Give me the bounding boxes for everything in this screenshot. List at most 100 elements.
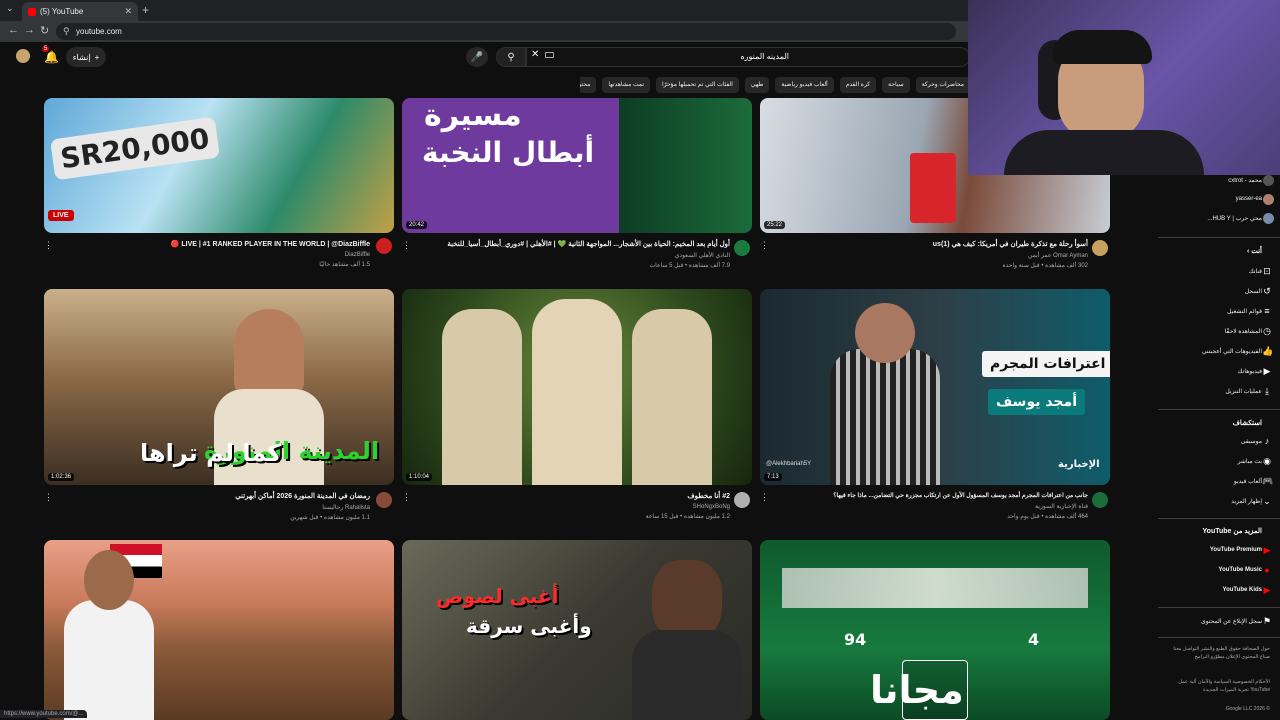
webcam-overlay xyxy=(968,0,1280,175)
site-info-icon[interactable]: ⚲ xyxy=(63,26,70,37)
sidebar-item-your-videos[interactable]: فيديوهاتك xyxy=(1238,368,1262,375)
more-options-icon[interactable]: ⋮ xyxy=(760,492,769,503)
clear-search-icon[interactable]: ✕ xyxy=(531,49,539,60)
footer-links[interactable]: حول الصحافة حقوق الطبع والنشر التواصل مع… xyxy=(1162,645,1270,661)
more-options-icon[interactable]: ⋮ xyxy=(44,240,53,251)
video-title[interactable]: LIVE | #1 RANKED PLAYER IN THE WORLD | @… xyxy=(60,240,370,248)
channel-avatar[interactable] xyxy=(734,492,750,508)
chip[interactable]: الفئات التي تم تحميلها مؤخرًا xyxy=(656,77,739,93)
copyright: © 2026 Google LLC xyxy=(1225,706,1270,712)
video-title[interactable]: أول أيام بعد المخيم: الحياة بين الأشجار.… xyxy=(420,240,730,248)
search-button[interactable]: ⚲ xyxy=(496,47,526,67)
person-shape xyxy=(632,630,742,720)
avatar[interactable] xyxy=(16,49,30,63)
subscription-avatar[interactable] xyxy=(1263,213,1274,224)
chip[interactable]: سياحة xyxy=(882,77,910,93)
channel-avatar[interactable] xyxy=(376,492,392,508)
chip[interactable]: ألعاب فيديو رياضية xyxy=(775,77,834,93)
sidebar-item-history[interactable]: السجل xyxy=(1245,288,1262,295)
video-thumbnail[interactable]: مسيرة أبطال النخبة 20:42 xyxy=(402,98,752,233)
create-button[interactable]: إنشاء + xyxy=(66,47,106,67)
sidebar-item-music-app[interactable]: YouTube Music xyxy=(1219,567,1262,573)
more-options-icon[interactable]: ⋮ xyxy=(402,240,411,251)
channel-avatar[interactable] xyxy=(734,240,750,256)
search-input[interactable]: المدينه المنوره xyxy=(526,47,970,67)
video-thumbnail[interactable]: SR20,000 LIVE xyxy=(44,98,394,233)
sidebar-item-gaming[interactable]: ألعاب فيديو xyxy=(1234,478,1262,485)
section-heading-you[interactable]: أنت › xyxy=(1247,247,1262,255)
video-title[interactable]: رمضان في المدينة المنورة 2026 أماكن أبهر… xyxy=(60,492,370,500)
chip[interactable]: محاضرات وحركة xyxy=(915,77,970,93)
chip[interactable]: طهي xyxy=(744,77,770,93)
sidebar-item-playlists[interactable]: قوائم التشغيل xyxy=(1227,308,1262,315)
forward-icon[interactable]: → xyxy=(24,24,35,36)
more-options-icon[interactable]: ⋮ xyxy=(760,240,769,251)
thumbnail-handle: @Alekhbariah5Y xyxy=(766,461,812,467)
new-tab-icon[interactable]: + xyxy=(142,3,149,17)
person-shape xyxy=(532,299,622,485)
channel-avatar[interactable] xyxy=(1092,492,1108,508)
sidebar-item-live[interactable]: بث مباشر xyxy=(1238,458,1262,465)
sidebar-item-your-channel[interactable]: قناتك xyxy=(1249,268,1262,275)
footer-links[interactable]: الأحكام الخصوصية السياسة والأمان آلية عم… xyxy=(1162,678,1270,694)
sidebar-item-show-more[interactable]: إظهار المزيد xyxy=(1231,498,1262,505)
back-icon[interactable]: ← xyxy=(8,24,19,36)
video-meta: أول أيام بعد المخيم: الحياة بين الأشجار.… xyxy=(420,240,730,269)
thumbnail-text: أغبى لصوص xyxy=(436,584,559,608)
channel-avatar[interactable] xyxy=(376,238,392,254)
reload-icon[interactable]: ↻ xyxy=(40,24,49,37)
filter-chips: محاضرات وحركة سياحة كرة القدم ألعاب فيدي… xyxy=(580,77,970,93)
sidebar-item-premium[interactable]: YouTube Premium xyxy=(1210,547,1262,553)
channel-name[interactable]: SHoNgxBoNg xyxy=(420,504,730,510)
subscription-item[interactable]: محمد - cxtrot xyxy=(1228,177,1262,184)
close-tab-icon[interactable]: ✕ xyxy=(124,6,132,17)
person-shape xyxy=(64,600,154,720)
voice-search-icon[interactable]: 🎤 xyxy=(466,47,488,67)
browser-tab[interactable]: (5) YouTube ✕ xyxy=(22,2,138,21)
subscription-avatar[interactable] xyxy=(1263,194,1274,205)
notification-badge: 5 xyxy=(42,46,50,52)
more-options-icon[interactable]: ⋮ xyxy=(402,492,411,503)
like-icon: 👍 xyxy=(1262,346,1274,356)
sidebar-item-downloads[interactable]: عمليات التنزيل xyxy=(1225,388,1262,395)
video-title[interactable]: جانب من اعترافات المجرم أمجد يوسف المسؤو… xyxy=(778,492,1088,499)
sidebar-item-watch-later[interactable]: المشاهدة لاحقًا xyxy=(1225,328,1262,335)
person-shape xyxy=(652,560,722,640)
subscription-item[interactable]: yasser-ea xyxy=(1236,196,1262,202)
video-thumbnail[interactable]: أغبى لصوص وأغبى سرقة xyxy=(402,540,752,720)
url-text: youtube.com xyxy=(76,27,122,36)
channel-name[interactable]: Rahalista رحاليستا xyxy=(60,504,370,511)
url-bar[interactable]: ⚲ youtube.com xyxy=(56,23,956,40)
thumbnail-text: وأغبى سرقة xyxy=(466,614,592,638)
sidebar-item-liked[interactable]: الفيديوهات التي أعجبتني xyxy=(1202,348,1262,355)
tab-search-icon[interactable]: ⌄ xyxy=(6,3,14,14)
video-thumbnail[interactable]: المدينة المنورة كما لم تراها 1:02:36 xyxy=(44,289,394,485)
video-title[interactable]: أسوأ رحلة مع تذكرة طيران في أمريكا: كيف … xyxy=(778,240,1088,248)
sidebar-item-kids[interactable]: YouTube Kids xyxy=(1223,587,1262,593)
video-thumbnail[interactable]: اعترافات المجرم أمجد يوسف الإخبارية @Ale… xyxy=(760,289,1110,485)
video-stats: 302 ألف مشاهدة • قبل سنة واحدة xyxy=(1002,263,1088,269)
thumbnail-text: أمجد يوسف xyxy=(988,389,1085,415)
thumbnail-text: الإخبارية xyxy=(1058,459,1100,470)
chip[interactable]: محتوى جديد لك xyxy=(580,77,597,93)
channel-avatar[interactable] xyxy=(1092,240,1108,256)
notifications-icon[interactable]: 🔔 5 xyxy=(42,46,59,64)
chip[interactable]: تمت مشاهدتها xyxy=(602,77,650,93)
divider xyxy=(1158,237,1280,238)
more-options-icon[interactable]: ⋮ xyxy=(44,492,53,503)
video-thumbnail[interactable]: 1:10:04 xyxy=(402,289,752,485)
keyboard-icon[interactable] xyxy=(545,52,554,58)
chip[interactable]: كرة القدم xyxy=(839,77,877,93)
subscription-avatar[interactable] xyxy=(1263,175,1274,186)
channel-name[interactable]: DiazBiffle xyxy=(60,252,370,258)
channel-name[interactable]: النادي الأهلي السعودي xyxy=(420,252,730,259)
video-meta: LIVE | #1 RANKED PLAYER IN THE WORLD | @… xyxy=(60,240,370,268)
video-thumbnail[interactable]: 94 4 مجانا xyxy=(760,540,1110,720)
subscription-item[interactable]: محي حرب | HUB Y... xyxy=(1207,215,1262,222)
channel-name[interactable]: قناة الإخبارية السورية xyxy=(778,503,1088,510)
sidebar-item-report-history[interactable]: سجل الإبلاغ عن المحتوى xyxy=(1201,618,1262,625)
video-title[interactable]: #2 أنا مخطوف xyxy=(420,492,730,500)
channel-name[interactable]: Omar Ayman عمر أيمن xyxy=(778,252,1088,259)
video-thumbnail[interactable] xyxy=(44,540,394,720)
sidebar-item-music[interactable]: موسيقى xyxy=(1241,438,1262,445)
